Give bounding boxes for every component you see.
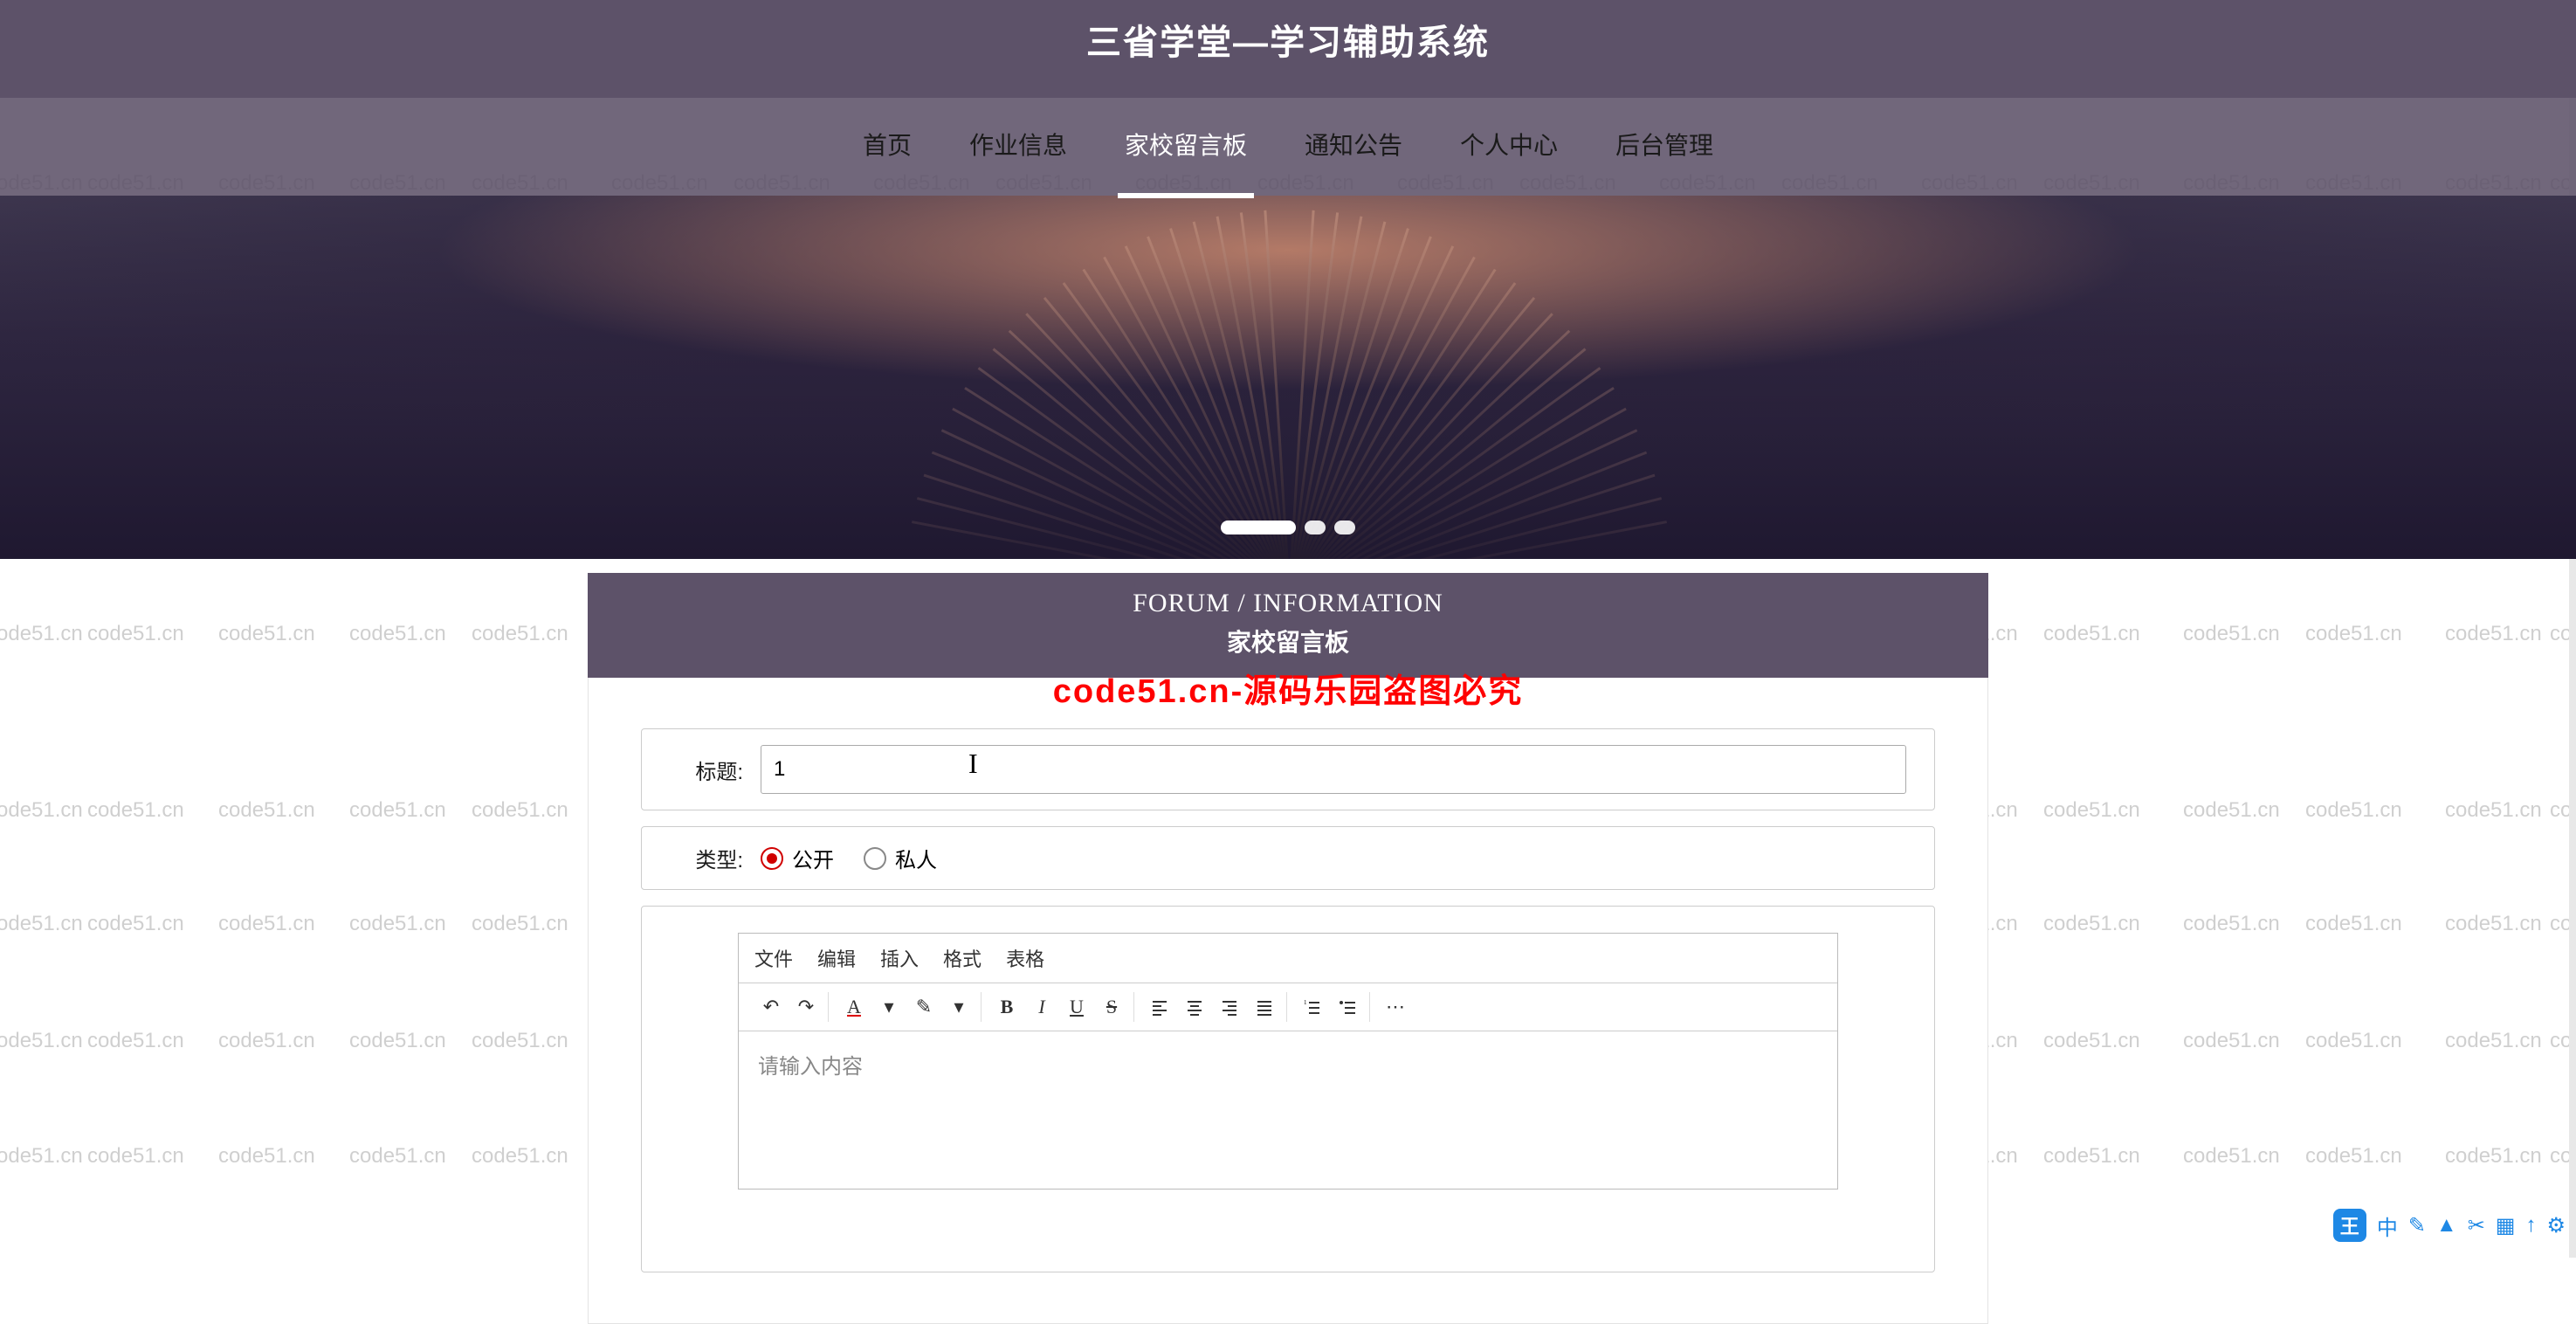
radio-dot-icon [761,847,783,870]
nav-admin[interactable]: 后台管理 [1608,95,1720,198]
title-input[interactable] [761,745,1906,794]
italic-icon[interactable]: I [1027,992,1057,1022]
align-right-icon[interactable] [1215,992,1244,1022]
editor-body[interactable]: 请输入内容 [739,1031,1837,1189]
radio-private-label: 私人 [895,843,937,873]
ordered-list-icon[interactable]: 1 [1298,992,1327,1022]
richtext-editor: 文件 编辑 插入 格式 表格 ↶ ↷ A ▾ ✎ ▾ [738,933,1838,1190]
type-label: 类型: [670,843,743,873]
hero-banner: (function(){ var p=document.currentScrip… [0,196,2576,559]
menu-edit[interactable]: 编辑 [817,944,856,972]
redo-icon[interactable]: ↷ [791,992,821,1022]
indicator-1[interactable] [1221,521,1296,534]
ime-gear-icon[interactable]: ⚙ [2546,1213,2566,1238]
indicator-3[interactable] [1334,521,1355,534]
ime-arrow-icon[interactable]: ↑ [2525,1213,2536,1238]
nav-notice[interactable]: 通知公告 [1298,95,1409,198]
title-field: 标题: [641,728,1935,810]
ime-up-icon[interactable]: ▲ [2436,1213,2457,1238]
site-title: 三省学堂—学习辅助系统 [0,0,2576,65]
more-icon[interactable]: ⋯ [1381,992,1410,1022]
editor-toolbar: ↶ ↷ A ▾ ✎ ▾ B I U S [739,983,1837,1031]
form: 标题: 类型: 公开 私人 文件 编辑 插入 [588,678,1988,1324]
ime-badge[interactable]: 王 [2333,1209,2366,1242]
undo-icon[interactable]: ↶ [756,992,786,1022]
panel-header: FORUM / INFORMATION 家校留言板 [588,573,1988,678]
menu-table[interactable]: 表格 [1006,944,1044,972]
watermark-warning: code51.cn-源码乐园盗图必究 [1053,664,1524,712]
radio-dot-icon [864,847,886,870]
radio-private[interactable]: 私人 [864,843,937,873]
nav-homework[interactable]: 作业信息 [962,95,1074,198]
editor-menu: 文件 编辑 插入 格式 表格 [739,934,1837,983]
align-justify-icon[interactable] [1250,992,1279,1022]
content-panel: FORUM / INFORMATION 家校留言板 code51.cn-源码乐园… [588,573,1988,1324]
align-center-icon[interactable] [1180,992,1209,1022]
menu-insert[interactable]: 插入 [880,944,919,972]
content-field: 文件 编辑 插入 格式 表格 ↶ ↷ A ▾ ✎ ▾ [641,906,1935,1272]
book-image: (function(){ var p=document.currentScrip… [502,196,2074,559]
strike-icon[interactable]: S [1097,992,1126,1022]
bgcolor-icon[interactable]: ✎ [909,992,939,1022]
nav-home[interactable]: 首页 [856,95,919,198]
chevron-down-icon[interactable]: ▾ [944,992,974,1022]
nav-message-board[interactable]: 家校留言板 [1118,95,1254,198]
indicator-2[interactable] [1305,521,1326,534]
radio-public[interactable]: 公开 [761,843,834,873]
menu-format[interactable]: 格式 [943,944,981,972]
panel-title-cn: 家校留言板 [588,624,1988,659]
align-left-icon[interactable] [1145,992,1174,1022]
underline-icon[interactable]: U [1062,992,1092,1022]
chevron-down-icon[interactable]: ▾ [874,992,904,1022]
fontcolor-icon[interactable]: A [839,992,869,1022]
panel-title-en: FORUM / INFORMATION [588,589,1988,618]
title-label: 标题: [670,755,743,785]
ime-grid-icon[interactable]: ▦ [2496,1213,2516,1238]
menu-file[interactable]: 文件 [754,944,793,972]
type-field: 类型: 公开 私人 [641,826,1935,890]
bold-icon[interactable]: B [992,992,1022,1022]
header: 三省学堂—学习辅助系统 [0,0,2576,98]
unordered-list-icon[interactable] [1333,992,1362,1022]
ime-cut-icon[interactable]: ✂ [2468,1213,2485,1238]
ime-edit-icon[interactable]: ✎ [2408,1213,2426,1238]
ime-tray: 王 中 ✎ ▲ ✂ ▦ ↑ ⚙ [2333,1209,2566,1242]
main-nav: 首页 作业信息 家校留言板 通知公告 个人中心 后台管理 [0,98,2576,196]
carousel-indicators [1221,521,1355,534]
ime-lang-icon[interactable]: 中 [2377,1210,2398,1241]
radio-public-label: 公开 [792,843,834,873]
svg-text:1: 1 [1304,999,1307,1006]
nav-profile[interactable]: 个人中心 [1453,95,1565,198]
